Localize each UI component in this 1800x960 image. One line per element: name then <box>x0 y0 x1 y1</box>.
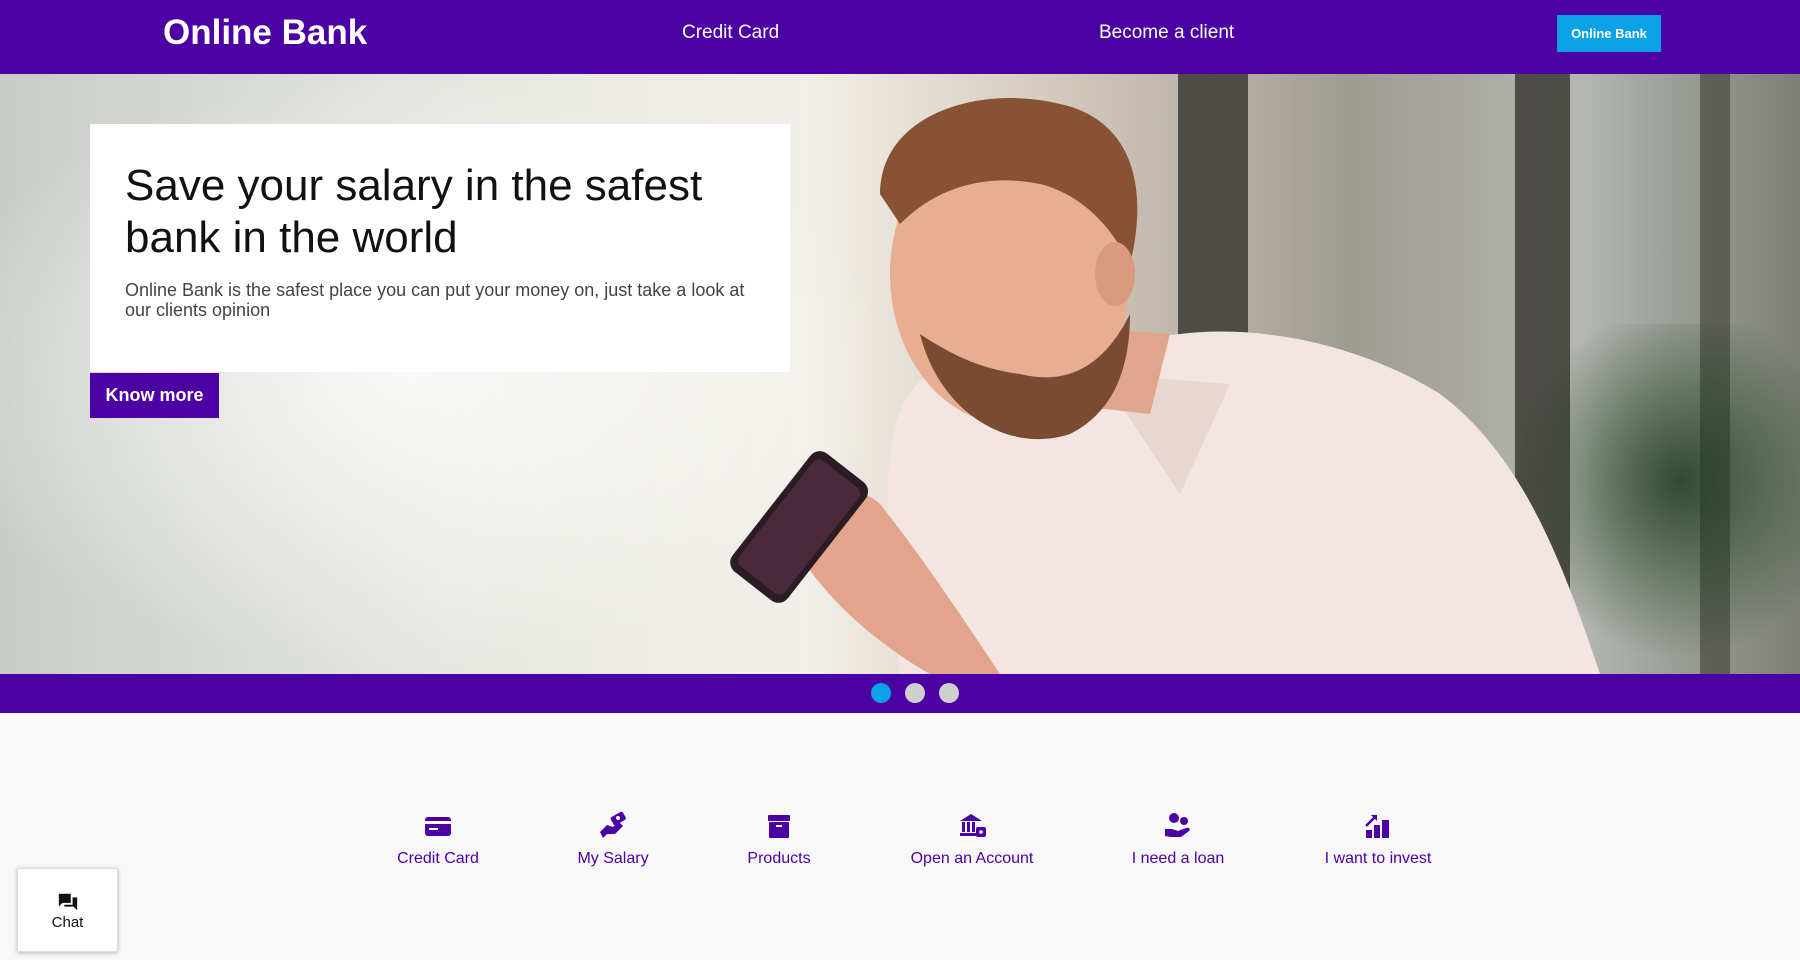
chat-widget[interactable]: Chat <box>17 868 118 952</box>
carousel-dot-1[interactable] <box>871 683 891 703</box>
service-label: Open an Account <box>910 850 1034 867</box>
bank-icon <box>960 814 986 837</box>
service-loan[interactable]: I need a loan <box>1128 810 1228 868</box>
chat-label: Chat <box>51 914 84 931</box>
loan-hand-icon <box>1165 813 1190 837</box>
service-label: My Salary <box>577 850 649 867</box>
service-label: Credit Card <box>397 850 479 867</box>
know-more-button[interactable]: Know more <box>90 373 219 418</box>
service-products[interactable]: Products <box>740 810 818 868</box>
hero-text-card: Save your salary in the safest bank in t… <box>90 124 790 372</box>
hero-title: Save your salary in the safest bank in t… <box>125 161 703 262</box>
hero-banner: Save your salary in the safest bank in t… <box>0 74 1800 674</box>
service-label: I want to invest <box>1324 850 1432 867</box>
box-icon <box>768 815 790 838</box>
salary-hand-icon <box>600 811 626 838</box>
brand-logo[interactable]: Online Bank <box>163 12 367 54</box>
service-credit-card[interactable]: Credit Card <box>390 810 486 868</box>
carousel-dot-3[interactable] <box>939 683 959 703</box>
top-navbar: Online Bank Credit Card Become a client … <box>0 0 1800 74</box>
service-my-salary[interactable]: My Salary <box>567 810 659 868</box>
carousel-indicators <box>0 674 1800 713</box>
carousel-dot-2[interactable] <box>905 683 925 703</box>
nav-credit-card[interactable]: Credit Card <box>682 22 779 44</box>
service-label: Products <box>747 850 811 867</box>
hero-description: Online Bank is the safest place you can … <box>125 280 745 320</box>
online-bank-button[interactable]: Online Bank <box>1557 15 1661 52</box>
credit-card-icon <box>425 817 451 836</box>
service-label: I need a loan <box>1131 850 1225 867</box>
service-invest[interactable]: I want to invest <box>1318 810 1438 868</box>
chat-bubbles-icon <box>58 893 77 911</box>
service-open-account[interactable]: Open an Account <box>906 810 1038 868</box>
nav-become-client[interactable]: Become a client <box>1099 22 1234 44</box>
chart-growth-icon <box>1365 815 1389 838</box>
